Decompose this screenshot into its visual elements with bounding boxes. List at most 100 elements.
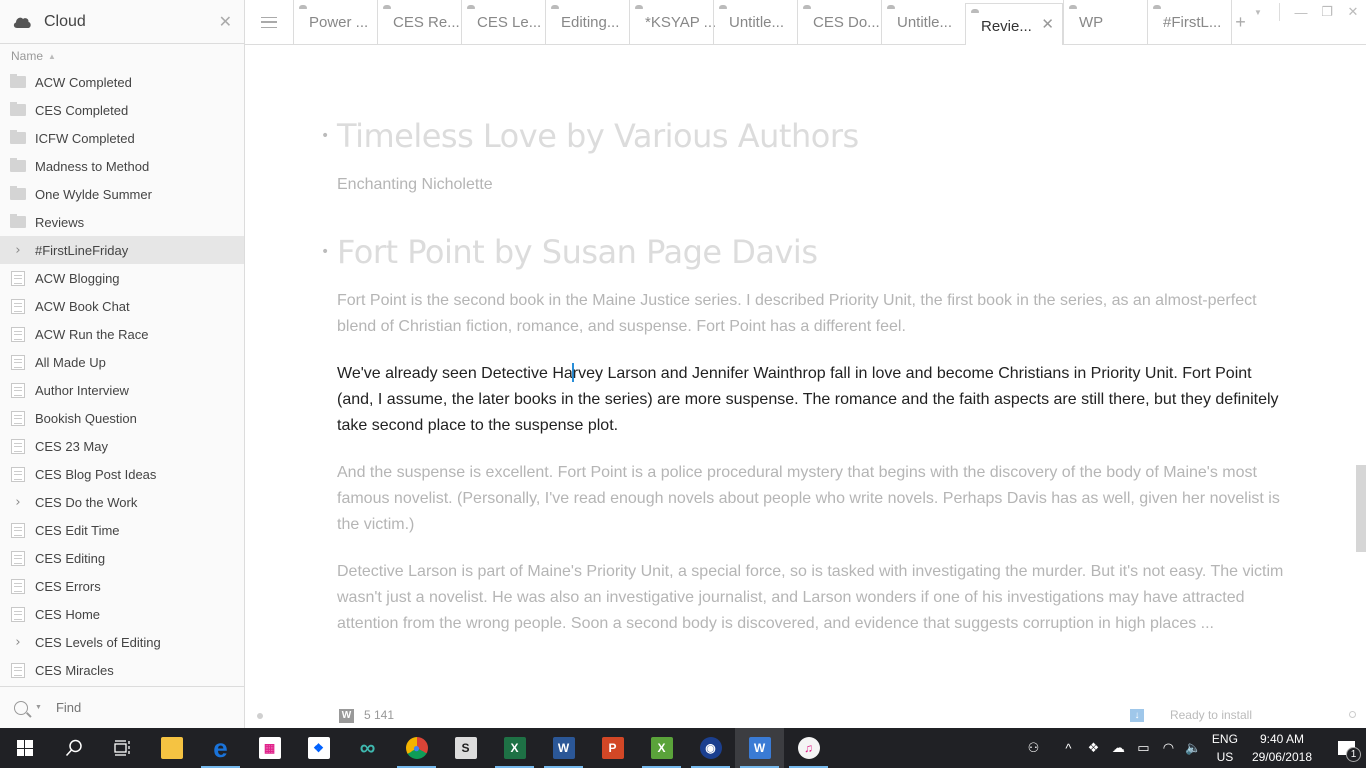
sidebar-item[interactable]: ACW Run the Race	[0, 320, 244, 348]
search-options-caret-icon[interactable]: ▼	[35, 704, 42, 711]
sidebar-item[interactable]: CES Home	[0, 600, 244, 628]
sort-label: Name	[11, 49, 44, 63]
sidebar-item[interactable]: One Wylde Summer	[0, 180, 244, 208]
tab[interactable]: WP	[1063, 0, 1147, 44]
document-icon	[10, 270, 26, 286]
tab-label: Revie...	[981, 17, 1032, 35]
battery-icon[interactable]: ▭	[1131, 740, 1156, 756]
taskbar-word-button[interactable]: W	[539, 728, 588, 768]
sort-by-name-button[interactable]: Name ▲	[0, 44, 244, 68]
tab[interactable]: Untitle...	[713, 0, 797, 44]
search-button[interactable]	[49, 728, 98, 768]
chevron-right-icon[interactable]: ›	[10, 243, 26, 258]
taskbar-dropbox-button[interactable]: ❖	[294, 728, 343, 768]
minimize-button[interactable]: —	[1288, 5, 1314, 20]
taskbar-powerpoint-button[interactable]: P	[588, 728, 637, 768]
sidebar-item[interactable]: CES Editing	[0, 544, 244, 572]
chevron-right-icon[interactable]: ›	[10, 495, 26, 510]
tab[interactable]: #FirstL...	[1147, 0, 1231, 44]
sidebar-item[interactable]: › CES Do the Work	[0, 488, 244, 516]
tab[interactable]: CES Do...	[797, 0, 881, 44]
close-sidebar-button[interactable]: ✕	[219, 12, 232, 32]
search-icon[interactable]	[14, 700, 28, 715]
chrome-icon: ●	[405, 737, 428, 759]
onedrive-icon[interactable]: ☁	[1106, 740, 1131, 756]
wifi-icon[interactable]: ◠	[1156, 740, 1181, 756]
sidebar-item[interactable]: ICFW Completed	[0, 124, 244, 152]
word-icon: W	[552, 737, 575, 759]
taskbar-scrivener-button[interactable]: S	[441, 728, 490, 768]
sidebar-item-label: CES Blog Post Ideas	[35, 466, 157, 482]
close-tab-icon[interactable]: ✕	[1041, 15, 1054, 33]
sync-indicator-icon	[1349, 711, 1356, 718]
action-center-button[interactable]: 1	[1326, 728, 1366, 768]
sidebar-item[interactable]: Madness to Method	[0, 152, 244, 180]
taskbar-writer-button[interactable]: W	[735, 728, 784, 768]
cloud-icon	[1153, 5, 1161, 9]
find-input[interactable]	[55, 700, 226, 715]
sidebar-item[interactable]: CES 23 May	[0, 432, 244, 460]
sidebar-item[interactable]: Reviews	[0, 208, 244, 236]
document-icon	[10, 410, 26, 426]
sidebar-item-label: Madness to Method	[35, 158, 150, 174]
document-icon	[10, 466, 26, 482]
dropbox-icon: ❖	[307, 737, 330, 759]
taskbar-globe-app-button[interactable]: ◉	[686, 728, 735, 768]
tab-list-dropdown-icon[interactable]: ▼	[1245, 8, 1271, 17]
taskbar-chrome-button[interactable]: ●	[392, 728, 441, 768]
sidebar-item[interactable]: CES Errors	[0, 572, 244, 600]
sidebar-item[interactable]: › CES Levels of Editing	[0, 628, 244, 656]
tab[interactable]: Power ...	[293, 0, 377, 44]
vertical-scrollbar[interactable]	[1356, 465, 1366, 552]
task-view-button[interactable]	[98, 728, 147, 768]
folder-icon	[10, 102, 26, 117]
sidebar-item[interactable]: CES Blog Post Ideas	[0, 460, 244, 488]
taskbar-infinity-app-button[interactable]: ∞	[343, 728, 392, 768]
tab[interactable]: CES Re...	[377, 0, 461, 44]
paragraph-2-active[interactable]: We've already seen Detective Harvey Lars…	[337, 361, 1285, 439]
taskbar-file-explorer-button[interactable]	[147, 728, 196, 768]
sidebar-item[interactable]: ACW Completed	[0, 68, 244, 96]
word-count-icon[interactable]: W	[339, 709, 354, 723]
status-dot-icon[interactable]	[257, 713, 263, 719]
taskbar-store-button[interactable]: ▦	[245, 728, 294, 768]
tab[interactable]: CES Le...	[461, 0, 545, 44]
start-button[interactable]	[0, 728, 49, 768]
sidebar-item[interactable]: CES Edit Time	[0, 516, 244, 544]
taskbar-edge-button[interactable]: e	[196, 728, 245, 768]
volume-icon[interactable]: 🔈	[1181, 740, 1206, 756]
scrivener-icon: S	[454, 737, 477, 759]
restore-button[interactable]: ❐	[1314, 4, 1340, 20]
sidebar-item-label: ICFW Completed	[35, 130, 135, 146]
sidebar-item[interactable]: CES Miracles	[0, 656, 244, 684]
tab[interactable]: Revie... ✕	[965, 3, 1063, 49]
people-icon[interactable]: ⚇	[1021, 740, 1046, 756]
download-icon[interactable]: ↓	[1130, 709, 1144, 722]
chevron-right-icon[interactable]: ›	[10, 635, 26, 650]
dropbox-tray-icon[interactable]: ❖	[1081, 740, 1106, 756]
update-status[interactable]: Ready to install	[1170, 708, 1252, 722]
sidebar-item[interactable]: All Made Up	[0, 348, 244, 376]
show-hidden-icons-chevron-icon[interactable]: ^	[1056, 741, 1081, 756]
tab-label: Untitle...	[729, 13, 785, 31]
tab[interactable]: Untitle...	[881, 0, 965, 44]
tab-label: *KSYAP ...	[645, 13, 717, 31]
input-language[interactable]: ENG US	[1212, 730, 1238, 766]
taskbar-excel-viewer-button[interactable]: X	[637, 728, 686, 768]
sidebar-item[interactable]: › #FirstLineFriday	[0, 236, 244, 264]
sidebar-item[interactable]: CES Completed	[0, 96, 244, 124]
taskbar-excel-button[interactable]: X	[490, 728, 539, 768]
tab[interactable]: *KSYAP ...	[629, 0, 717, 44]
sidebar-item[interactable]: Author Interview	[0, 376, 244, 404]
taskbar-itunes-button[interactable]: ♫	[784, 728, 833, 768]
clock[interactable]: 9:40 AM 29/06/2018	[1252, 730, 1312, 766]
itunes-icon: ♫	[797, 737, 820, 759]
sidebar-item[interactable]: ACW Book Chat	[0, 292, 244, 320]
sidebar-item[interactable]: Bookish Question	[0, 404, 244, 432]
sidebar-item-label: ACW Blogging	[35, 270, 120, 286]
sidebar-item[interactable]: ACW Blogging	[0, 264, 244, 292]
editor[interactable]: Timeless Love by Various Authors Enchant…	[245, 45, 1366, 728]
tab[interactable]: Editing...	[545, 0, 629, 44]
close-window-button[interactable]: ✕	[1340, 4, 1366, 20]
menu-button[interactable]	[245, 0, 293, 44]
